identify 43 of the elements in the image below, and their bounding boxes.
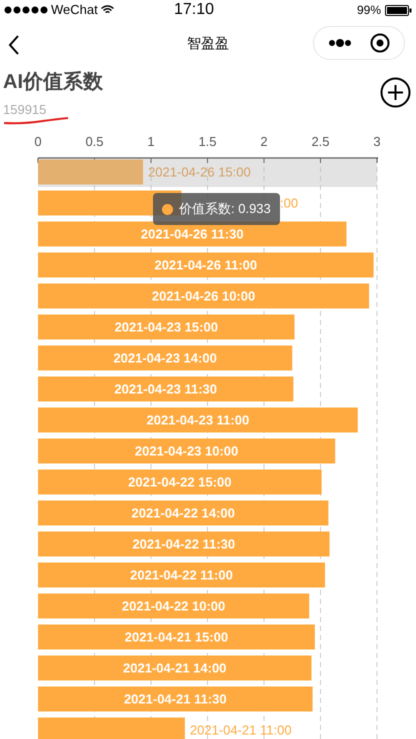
underline-mark <box>3 117 69 125</box>
bar-label: 2021-04-26 10:00 <box>152 288 256 304</box>
battery-percent: 99% <box>356 2 381 19</box>
bar-label: 2021-04-21 14:00 <box>123 660 226 676</box>
tick-label: 2.5 <box>311 134 330 149</box>
carrier-name: WeChat <box>51 1 98 20</box>
capsule-menu[interactable] <box>313 26 405 60</box>
chart-title: AI价值系数 <box>3 70 103 95</box>
bar-label: 2021-04-22 11:00 <box>130 568 233 582</box>
bar-label: :00 <box>280 196 298 210</box>
bar-label: 2021-04-22 10:00 <box>122 598 226 614</box>
bar-label: 2021-04-21 11:00 <box>190 722 292 738</box>
tick-label: 2 <box>260 134 268 149</box>
bar-label: 2021-04-23 15:00 <box>114 320 218 334</box>
bar-label: 2021-04-22 15:00 <box>128 474 232 490</box>
more-icon[interactable] <box>328 39 352 47</box>
bar-label: 2021-04-21 11:30 <box>124 692 227 706</box>
back-icon[interactable] <box>8 35 20 55</box>
bar-label: 2021-04-23 10:00 <box>134 444 238 458</box>
clock-time: 17:10 <box>174 0 214 20</box>
add-icon[interactable] <box>380 77 411 108</box>
wifi-icon <box>100 5 114 15</box>
tick-label: 1 <box>147 134 155 149</box>
signal-icon <box>4 6 48 14</box>
tick-label: 0.5 <box>85 134 104 149</box>
close-icon[interactable] <box>370 33 390 53</box>
stock-code: 159915 <box>3 101 46 119</box>
bar-label: 2021-04-22 11:30 <box>132 536 236 552</box>
tick-label: 0 <box>34 134 42 149</box>
bar-label: 2021-04-23 11:30 <box>114 382 218 396</box>
tick-label: 3 <box>373 134 381 149</box>
bar-label: 2021-04-26 11:00 <box>154 258 258 272</box>
bar[interactable] <box>38 222 346 246</box>
page-title: 智盈盈 <box>187 34 229 52</box>
bar-label: 2021-04-26 11:30 <box>140 226 244 242</box>
bar-label: 2021-04-21 15:00 <box>124 630 228 644</box>
bar-label: 2021-04-23 11:00 <box>146 412 250 428</box>
bar-label: 2021-04-23 14:00 <box>113 350 217 366</box>
battery-icon <box>385 4 412 16</box>
tooltip-text: 价值系数: 0.933 <box>179 200 271 218</box>
tick-label: 1.5 <box>198 134 217 149</box>
bar-label: 2021-04-22 14:00 <box>132 506 235 520</box>
bar-label: 2021-04-26 15:00 <box>148 164 251 180</box>
